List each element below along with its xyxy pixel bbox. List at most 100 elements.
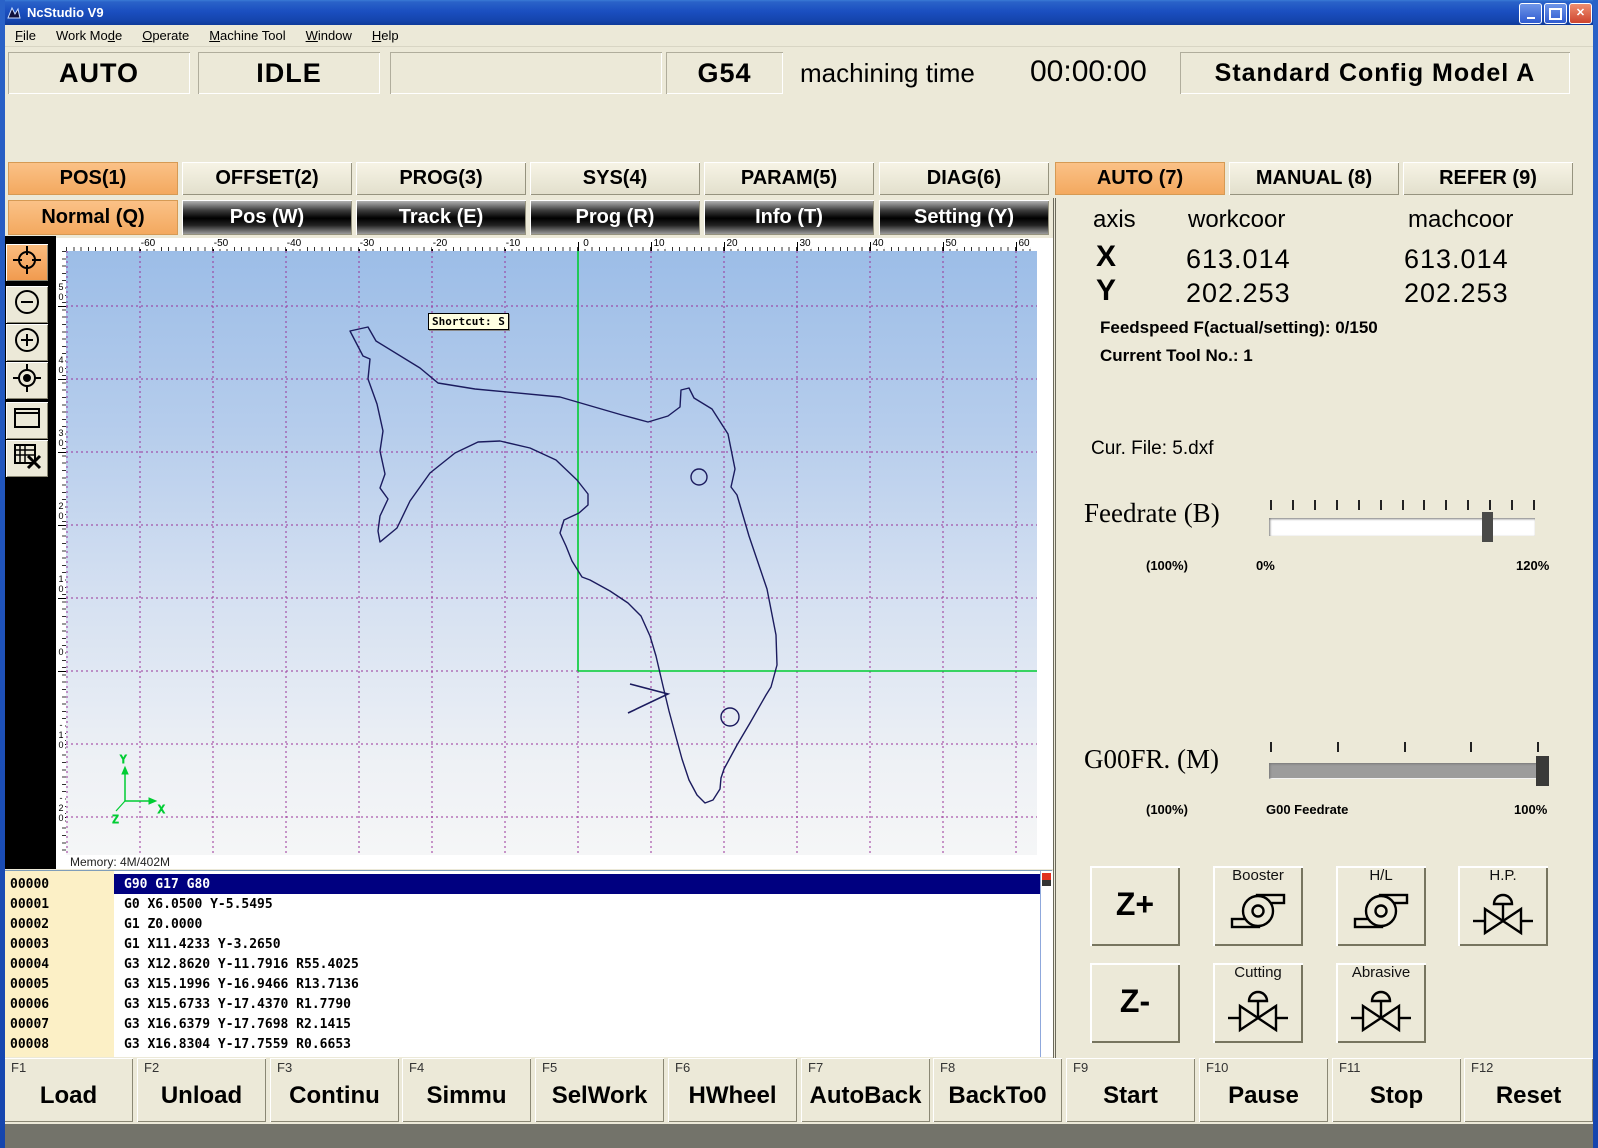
fkey-load[interactable]: F1Load (4, 1058, 133, 1122)
gcode-row[interactable]: 00006G3 X15.6733 Y-17.4370 R1.7790 (2, 994, 1052, 1014)
memory-status: Memory: 4M/402M (66, 855, 1037, 869)
gcode-line-number: 00000 (10, 877, 49, 892)
feedrate-label: Feedrate (B) (1084, 498, 1220, 529)
gcode-row[interactable]: 00000G90 G17 G80 (2, 874, 1052, 894)
zoom-out-icon (13, 288, 41, 321)
ruler-top-label: -40 (286, 238, 302, 249)
toolbar-window-select-icon[interactable] (6, 402, 48, 439)
toolbar-grid-edit-icon[interactable] (6, 440, 48, 477)
fkey-pause[interactable]: F10Pause (1199, 1058, 1328, 1122)
tab-refer-9[interactable]: REFER (9) (1403, 162, 1573, 195)
plot-area[interactable]: YXZ Shortcut: S (66, 251, 1037, 855)
valve-icon (1226, 1020, 1290, 1037)
gcode-scrollbar[interactable] (1040, 871, 1054, 1057)
ruler-top-label: 40 (871, 238, 884, 249)
gcode-row[interactable]: 00008G3 X16.8304 Y-17.7559 R0.6653 (2, 1034, 1052, 1054)
machcoor-header: machcoor (1408, 206, 1513, 234)
tab-prog-3[interactable]: PROG(3) (356, 162, 526, 195)
machining-time-value: 00:00:00 (1030, 55, 1147, 89)
fkey-selwork[interactable]: F5SelWork (535, 1058, 664, 1122)
tab-param-5[interactable]: PARAM(5) (704, 162, 874, 195)
subtab-normal-q[interactable]: Normal (Q) (8, 200, 178, 235)
feedrate-slider-thumb[interactable] (1482, 512, 1493, 542)
function-key-bar: F1LoadF2UnloadF3ContinuF4SimmuF5SelWorkF… (0, 1058, 1598, 1124)
minimize-button[interactable] (1519, 3, 1542, 24)
subtab-setting-y[interactable]: Setting (Y) (879, 200, 1049, 235)
booster-button[interactable]: Booster (1213, 866, 1303, 946)
machcoor-value: 202.253 (1404, 278, 1509, 309)
abrasive-button[interactable]: Abrasive (1336, 963, 1426, 1043)
ruler-top-label: -30 (359, 238, 375, 249)
machining-time-label: machining time (800, 58, 975, 89)
gcode-row[interactable]: 00005G3 X15.1996 Y-16.9466 R13.7136 (2, 974, 1052, 994)
fkey-backto0[interactable]: F8BackTo0 (933, 1058, 1062, 1122)
maximize-button[interactable] (1544, 3, 1567, 24)
machcoor-value: 613.014 (1404, 244, 1509, 275)
fkey-continu[interactable]: F3Continu (270, 1058, 399, 1122)
menu-help[interactable]: Help (362, 26, 409, 45)
gcode-line-text: G3 X16.8304 Y-17.7559 R0.6653 (124, 1037, 351, 1052)
window-title: NcStudio V9 (27, 5, 104, 20)
fkey-autoback[interactable]: F7AutoBack (801, 1058, 930, 1122)
subtab-pos-w[interactable]: Pos (W) (182, 200, 352, 235)
feedspeed-readout: Feedspeed F(actual/setting): 0/150 (1100, 318, 1378, 338)
tab-sys-4[interactable]: SYS(4) (530, 162, 700, 195)
ruler-top: -60-50-40-30-20-100102030405060 (66, 238, 1037, 252)
menu-work-mode[interactable]: Work Mode (46, 26, 132, 45)
g00-max: 100% (1514, 802, 1547, 817)
feedrate-min: 0% (1256, 558, 1275, 573)
toolbar-crosshair-icon[interactable] (6, 244, 48, 281)
fkey-unload[interactable]: F2Unload (137, 1058, 266, 1122)
menu-file[interactable]: File (5, 26, 46, 45)
svg-text:Y: Y (120, 753, 127, 766)
app-icon (6, 5, 22, 21)
gcode-row[interactable]: 00007G3 X16.6379 Y-17.7698 R2.1415 (2, 1014, 1052, 1034)
g00-slider-thumb[interactable] (1536, 756, 1549, 786)
subtab-track-e[interactable]: Track (E) (356, 200, 526, 235)
tab-auto-7[interactable]: AUTO (7) (1055, 162, 1225, 195)
fkey-start[interactable]: F9Start (1066, 1058, 1195, 1122)
gcode-row[interactable]: 00004G3 X12.8620 Y-11.7916 R55.4025 (2, 954, 1052, 974)
gcode-row[interactable]: 00001G0 X6.0500 Y-5.5495 (2, 894, 1052, 914)
tab-manual-8[interactable]: MANUAL (8) (1229, 162, 1399, 195)
close-button[interactable]: ✕ (1569, 3, 1592, 24)
valve-icon (1471, 923, 1535, 940)
tab-diag-6[interactable]: DIAG(6) (879, 162, 1049, 195)
gcode-row[interactable]: 00002G1 Z0.0000 (2, 914, 1052, 934)
crosshair-icon (12, 245, 42, 280)
pump-icon (1350, 923, 1412, 940)
fkey-reset[interactable]: F12Reset (1464, 1058, 1593, 1122)
axis-header: axis (1093, 206, 1136, 234)
g00-slider-track[interactable] (1269, 763, 1549, 779)
cutting-button[interactable]: Cutting (1213, 963, 1303, 1043)
fkey-simmu[interactable]: F4Simmu (402, 1058, 531, 1122)
message-box (390, 52, 662, 94)
z-button[interactable]: Z+ (1090, 866, 1180, 946)
toolbar-zoom-in-icon[interactable] (6, 324, 48, 361)
h-l-button[interactable]: H/L (1336, 866, 1426, 946)
z-button[interactable]: Z- (1090, 963, 1180, 1043)
gcode-row[interactable]: 00003G1 X11.4233 Y-3.2650 (2, 934, 1052, 954)
gcode-line-text: G1 Z0.0000 (124, 917, 202, 932)
menu-operate[interactable]: Operate (132, 26, 199, 45)
subtab-info-t[interactable]: Info (T) (704, 200, 874, 235)
ruler-top-label: -60 (140, 238, 156, 249)
toolbar-zoom-out-icon[interactable] (6, 286, 48, 323)
menu-machine-tool[interactable]: Machine Tool (199, 26, 295, 45)
feedrate-slider-track[interactable] (1269, 518, 1535, 536)
fkey-hwheel[interactable]: F6HWheel (668, 1058, 797, 1122)
subtab-prog-r[interactable]: Prog (R) (530, 200, 700, 235)
tab-offset-2[interactable]: OFFSET(2) (182, 162, 352, 195)
gcode-line-number: 00006 (10, 997, 49, 1012)
tab-pos-1[interactable]: POS(1) (8, 162, 178, 195)
h-p-button[interactable]: H.P. (1458, 866, 1548, 946)
ruler-left-label: 50 (56, 282, 65, 302)
title-bar[interactable]: NcStudio V9 ✕ (0, 0, 1598, 25)
menu-bar: FileWork ModeOperateMachine ToolWindowHe… (5, 25, 1593, 47)
toolbar-locate-center-icon[interactable] (6, 362, 48, 399)
gcode-list[interactable]: 00000G90 G17 G8000001G0 X6.0500 Y-5.5495… (2, 870, 1052, 1057)
gcode-line-number: 00007 (10, 1017, 49, 1032)
current-file-label: Cur. File: 5.dxf (1091, 438, 1214, 460)
fkey-stop[interactable]: F11Stop (1332, 1058, 1461, 1122)
menu-window[interactable]: Window (296, 26, 362, 45)
